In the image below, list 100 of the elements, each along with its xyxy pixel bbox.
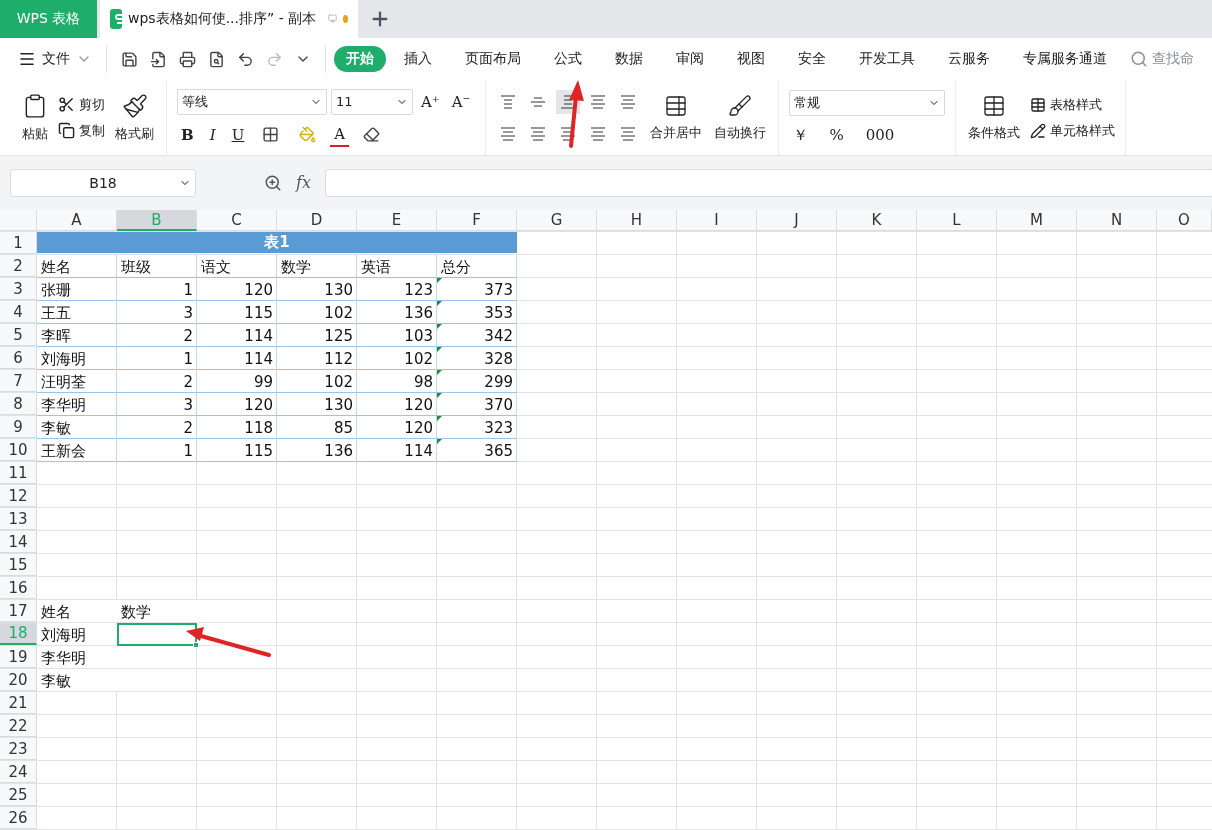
print-preview-icon[interactable]	[208, 50, 225, 68]
table-cell: 2	[117, 324, 197, 347]
save-icon[interactable]	[121, 50, 138, 68]
font-size-field[interactable]: 11	[331, 88, 413, 115]
row-header[interactable]: 12	[0, 485, 37, 507]
row-header[interactable]: 2	[0, 255, 37, 277]
row-header[interactable]: 22	[0, 715, 37, 737]
font-name-field[interactable]: 等线	[177, 88, 327, 115]
row-header[interactable]: 8	[0, 393, 37, 415]
row-header[interactable]: 11	[0, 462, 37, 484]
align-icon	[499, 94, 516, 109]
row-header[interactable]: 15	[0, 554, 37, 576]
row-header[interactable]: 1	[0, 232, 37, 254]
column-header[interactable]: I	[677, 210, 757, 231]
fill-handle[interactable]	[193, 642, 199, 648]
font-size-button[interactable]: A⁻	[447, 88, 475, 115]
number-format-button[interactable]: 000	[861, 123, 899, 146]
copy-button[interactable]: 复制	[58, 121, 105, 140]
row-header[interactable]: 9	[0, 416, 37, 438]
format-painter-button[interactable]: 格式刷	[113, 92, 156, 143]
paste-button[interactable]: 粘贴	[20, 92, 50, 143]
print-icon[interactable]	[179, 50, 196, 68]
column-header[interactable]: F	[437, 210, 517, 231]
column-header[interactable]: M	[997, 210, 1077, 231]
error-marker-icon	[437, 347, 442, 352]
number-format-button[interactable]: %	[825, 123, 848, 146]
eraser-icon[interactable]	[363, 126, 381, 144]
ribbon-tab[interactable]: 云服务	[936, 46, 1002, 73]
brush-icon	[727, 93, 752, 118]
row-header[interactable]: 19	[0, 646, 37, 668]
row-header[interactable]: 26	[0, 807, 37, 829]
font-style-button[interactable]: I	[205, 123, 220, 146]
row-header[interactable]: 23	[0, 738, 37, 760]
fill-color-icon[interactable]	[299, 126, 317, 144]
align-icon	[529, 94, 546, 109]
function-button[interactable]: fx	[296, 173, 311, 193]
cell-style-button[interactable]: 单元格样式	[1029, 121, 1115, 140]
row-header[interactable]: 16	[0, 577, 37, 599]
font-style-button[interactable]: B	[177, 123, 198, 146]
number-format-field[interactable]: 常规	[788, 89, 945, 116]
font-size-button[interactable]: A⁺	[417, 88, 444, 115]
row-header[interactable]: 17	[0, 600, 37, 622]
row-header[interactable]: 13	[0, 508, 37, 530]
formula-field[interactable]	[324, 168, 1212, 197]
column-header[interactable]: L	[917, 210, 997, 231]
border-icon[interactable]	[262, 126, 280, 144]
table-cell: 1	[117, 439, 197, 462]
ribbon-tab[interactable]: 公式	[542, 46, 594, 73]
ribbon-tab[interactable]: 视图	[725, 46, 777, 73]
zoom-icon[interactable]	[264, 173, 282, 192]
ribbon-tab[interactable]: 专属服务通道	[1011, 46, 1119, 73]
cut-button[interactable]: 剪切	[58, 95, 105, 114]
cell-reference-field[interactable]: B18	[10, 168, 196, 197]
export-icon[interactable]	[150, 50, 167, 68]
column-header[interactable]: K	[837, 210, 917, 231]
document-tab[interactable]: wps表格如何使...排序” - 副本	[100, 0, 358, 38]
table-cell: 114	[197, 324, 277, 347]
table-cell: 328	[437, 347, 517, 370]
table-cell: 365	[437, 439, 517, 462]
row-header[interactable]: 6	[0, 347, 37, 369]
row-header[interactable]: 5	[0, 324, 37, 346]
row-header[interactable]: 20	[0, 669, 37, 691]
row-header[interactable]: 4	[0, 301, 37, 323]
ribbon-tab[interactable]: 审阅	[664, 46, 716, 73]
column-header[interactable]: O	[1157, 210, 1212, 231]
row-header[interactable]: 10	[0, 439, 37, 461]
merge-center-button[interactable]: 合并居中	[647, 93, 704, 142]
row-header[interactable]: 7	[0, 370, 37, 392]
font-color-button[interactable]: A	[330, 122, 350, 147]
ribbon-tab[interactable]: 安全	[786, 46, 838, 73]
row-header[interactable]: 14	[0, 531, 37, 553]
row-header[interactable]: 25	[0, 784, 37, 806]
wrap-text-button[interactable]: 自动换行	[711, 93, 768, 142]
conditional-format-button[interactable]: 条件格式	[965, 93, 1022, 142]
table-cell: 刘海明	[37, 347, 117, 370]
column-header[interactable]: N	[1077, 210, 1157, 231]
table-cell: 136	[357, 301, 437, 324]
table-cell: 120	[357, 393, 437, 416]
ribbon-tab[interactable]: 开发工具	[847, 46, 927, 73]
active-cell[interactable]	[117, 623, 197, 646]
font-style-button[interactable]: U	[227, 123, 249, 146]
column-header[interactable]: H	[597, 210, 677, 231]
column-header[interactable]: G	[517, 210, 597, 231]
undo-icon[interactable]	[237, 50, 254, 68]
row-header[interactable]: 21	[0, 692, 37, 714]
column-header[interactable]: C	[197, 210, 277, 231]
row-header[interactable]: 24	[0, 761, 37, 783]
ribbon-tab[interactable]: 数据	[603, 46, 655, 73]
table-cell: 130	[277, 393, 357, 416]
column-header[interactable]: D	[277, 210, 357, 231]
column-header[interactable]: J	[757, 210, 837, 231]
number-format-button[interactable]: ￥	[788, 123, 812, 146]
ribbon-tab[interactable]: 插入	[392, 46, 444, 73]
file-menu[interactable]: 文件	[14, 50, 98, 69]
column-header[interactable]: A	[37, 210, 117, 231]
table-style-button[interactable]: 表格样式	[1029, 95, 1115, 114]
column-header[interactable]: E	[357, 210, 437, 231]
row-header[interactable]: 3	[0, 278, 37, 300]
ribbon-tab[interactable]: 页面布局	[453, 46, 533, 73]
spreadsheet-icon	[110, 8, 122, 29]
